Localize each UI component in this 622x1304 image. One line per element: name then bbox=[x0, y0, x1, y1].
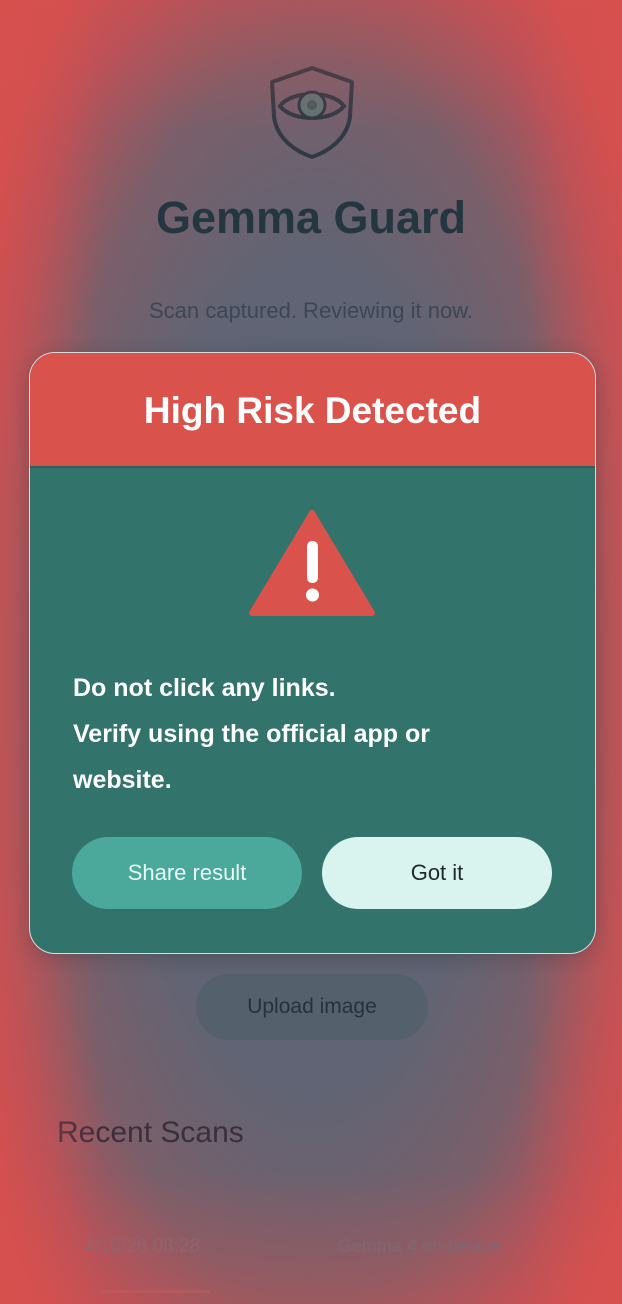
advice-line: Verify using the official app or bbox=[73, 720, 431, 748]
list-item-divider bbox=[100, 1290, 210, 1293]
warning-triangle-icon bbox=[249, 510, 375, 616]
dialog-title: High Risk Detected bbox=[143, 389, 482, 431]
high-risk-dialog: High Risk Detected Do not click any link… bbox=[29, 352, 596, 954]
dialog-divider bbox=[30, 466, 595, 468]
dialog-header: High Risk Detected bbox=[30, 353, 595, 466]
share-result-button[interactable]: Share result bbox=[72, 837, 302, 909]
scan-timestamp: 4/10/26 08:28 bbox=[84, 1236, 201, 1257]
shield-eye-icon bbox=[270, 66, 354, 159]
list-item[interactable]: 4/10/26 08:28 Gemma 4 on-device bbox=[60, 1236, 530, 1264]
app-title: Gemma Guard bbox=[155, 192, 467, 243]
got-it-button[interactable]: Got it bbox=[322, 837, 552, 909]
risk-advice-message: Do not click any links. Verify using the… bbox=[73, 665, 553, 803]
scan-status-text: Scan captured. Reviewing it now. bbox=[148, 298, 474, 323]
app-screen: Gemma Guard Scan captured. Reviewing it … bbox=[0, 0, 622, 1304]
advice-line: website. bbox=[73, 766, 172, 794]
scan-source: Gemma 4 on-device bbox=[338, 1236, 501, 1256]
recent-scans-title: Recent Scans bbox=[57, 1116, 244, 1149]
upload-image-button[interactable]: Upload image bbox=[196, 974, 428, 1040]
advice-line: Do not click any links. bbox=[73, 674, 336, 702]
